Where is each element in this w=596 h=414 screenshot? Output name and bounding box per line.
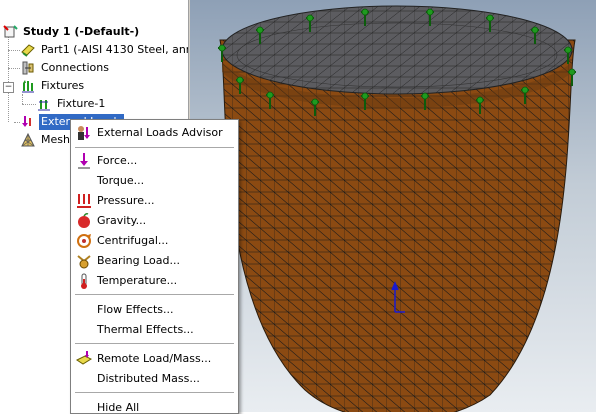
tree-item-part[interactable]: Part1 (-AISI 4130 Steel, annea bbox=[20, 42, 190, 58]
pressure-icon bbox=[75, 192, 93, 210]
menu-label: Torque... bbox=[97, 174, 145, 187]
menu-item-force[interactable]: Force... bbox=[71, 151, 238, 171]
menu-label: Flow Effects... bbox=[97, 303, 174, 316]
tree-line bbox=[22, 94, 23, 104]
tree-line bbox=[8, 36, 9, 122]
menu-label: Bearing Load... bbox=[97, 254, 180, 267]
menu-item-pressure[interactable]: Pressure... bbox=[71, 191, 238, 211]
mesh-icon bbox=[20, 132, 36, 148]
study-label: Study 1 (-Default-) bbox=[23, 25, 140, 38]
distributed-mass-icon bbox=[75, 370, 93, 388]
graphics-viewport[interactable] bbox=[190, 0, 596, 412]
tree-item-fixture-1[interactable]: Fixture-1 bbox=[36, 96, 107, 112]
tree-line bbox=[8, 68, 20, 69]
menu-separator bbox=[75, 392, 234, 393]
remote-load-icon bbox=[75, 350, 93, 368]
menu-label: Gravity... bbox=[97, 214, 147, 227]
force-icon bbox=[75, 152, 93, 170]
torque-icon bbox=[75, 172, 93, 190]
tree-line bbox=[8, 50, 20, 51]
menu-separator bbox=[75, 294, 234, 295]
menu-separator bbox=[75, 147, 234, 148]
menu-item-distributed-mass[interactable]: Distributed Mass... bbox=[71, 369, 238, 389]
menu-item-bearing-load[interactable]: Bearing Load... bbox=[71, 251, 238, 271]
thermometer-icon bbox=[75, 272, 93, 290]
connections-icon bbox=[20, 60, 36, 76]
tree-item-fixtures[interactable]: Fixtures bbox=[20, 78, 86, 94]
menu-item-gravity[interactable]: Gravity... bbox=[71, 211, 238, 231]
menu-label: Thermal Effects... bbox=[97, 323, 194, 336]
tree-line bbox=[22, 104, 36, 105]
gravity-icon bbox=[75, 212, 93, 230]
tree-item-mesh[interactable]: Mesh bbox=[20, 132, 72, 148]
menu-item-flow-effects[interactable]: Flow Effects... bbox=[71, 300, 238, 320]
menu-item-external-loads-advisor[interactable]: External Loads Advisor bbox=[71, 123, 238, 143]
menu-label: Distributed Mass... bbox=[97, 372, 200, 385]
external-loads-context-menu: External Loads Advisor Force... Torque..… bbox=[70, 119, 239, 414]
connections-label: Connections bbox=[41, 61, 109, 74]
fixtures-label: Fixtures bbox=[41, 79, 85, 92]
menu-label: Temperature... bbox=[97, 274, 178, 287]
tree-item-study[interactable]: Study 1 (-Default-) bbox=[2, 24, 141, 40]
fixture-icon bbox=[36, 96, 52, 112]
advisor-icon bbox=[75, 124, 93, 142]
menu-label: External Loads Advisor bbox=[97, 126, 223, 139]
menu-label: Centrifugal... bbox=[97, 234, 169, 247]
part-icon bbox=[20, 42, 36, 58]
mesh-label: Mesh bbox=[41, 133, 70, 146]
fixtures-icon bbox=[20, 78, 36, 94]
menu-label: Pressure... bbox=[97, 194, 155, 207]
menu-label: Force... bbox=[97, 154, 138, 167]
menu-item-thermal-effects[interactable]: Thermal Effects... bbox=[71, 320, 238, 340]
study-icon bbox=[2, 24, 18, 40]
centrifugal-icon bbox=[75, 232, 93, 250]
menu-item-remote-load[interactable]: Remote Load/Mass... bbox=[71, 349, 238, 369]
menu-item-torque[interactable]: Torque... bbox=[71, 171, 238, 191]
menu-label: Remote Load/Mass... bbox=[97, 352, 212, 365]
menu-item-temperature[interactable]: Temperature... bbox=[71, 271, 238, 291]
menu-item-centrifugal[interactable]: Centrifugal... bbox=[71, 231, 238, 251]
menu-separator bbox=[75, 343, 234, 344]
tree-item-connections[interactable]: Connections bbox=[20, 60, 111, 76]
fixture-1-label: Fixture-1 bbox=[57, 97, 106, 110]
external-loads-icon bbox=[20, 114, 36, 130]
bearing-load-icon bbox=[75, 252, 93, 270]
meshed-cup-model bbox=[218, 5, 576, 412]
thermal-effects-icon bbox=[75, 321, 93, 339]
part-label: Part1 (-AISI 4130 Steel, annea bbox=[41, 43, 190, 56]
flow-effects-icon bbox=[75, 301, 93, 319]
collapse-icon[interactable]: − bbox=[3, 82, 14, 93]
